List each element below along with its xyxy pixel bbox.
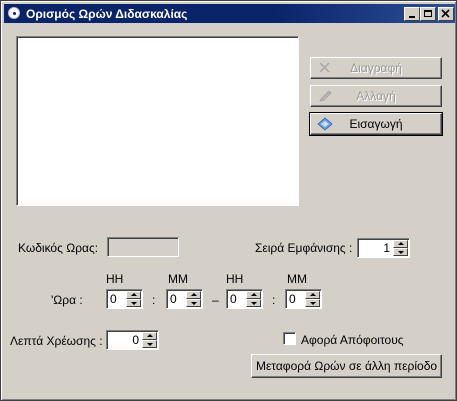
start-hour-value: 0 <box>110 292 117 306</box>
edit-button[interactable]: Αλλαγή <box>310 85 442 107</box>
charge-minutes-stepper[interactable]: 0 <box>106 330 159 350</box>
spin-down-icon[interactable] <box>126 299 141 307</box>
minimize-button[interactable] <box>404 7 420 21</box>
spin-up-icon[interactable] <box>126 291 141 299</box>
title-bar[interactable]: Ορισμός Ωρών Διδασκαλίας <box>4 4 455 23</box>
graduates-label[interactable]: Αφορά Απόφοιτους <box>301 333 404 347</box>
time-dash: – <box>212 293 219 307</box>
start-minute-stepper[interactable]: 0 <box>166 289 203 309</box>
window-title: Ορισμός Ωρών Διδασκαλίας <box>26 7 188 21</box>
hh1-header: HH <box>106 272 124 286</box>
start-minute-value: 0 <box>170 292 177 306</box>
insert-button[interactable]: Εισαγωγή <box>309 112 443 136</box>
delete-button[interactable]: Διαγραφή <box>310 57 442 79</box>
mm1-header: MM <box>168 272 188 286</box>
close-icon <box>441 9 450 18</box>
hh2-header: HH <box>226 272 244 286</box>
spin-down-icon[interactable] <box>305 299 320 307</box>
spin-up-icon[interactable] <box>142 332 157 340</box>
charge-minutes-value: 0 <box>132 333 139 347</box>
insert-button-label: Εισαγωγή <box>349 117 403 131</box>
charge-label: Λεπτά Χρέωσης : <box>10 334 103 348</box>
end-hour-stepper[interactable]: 0 <box>226 289 263 309</box>
code-field[interactable] <box>107 237 179 257</box>
time-colon: : <box>152 293 156 307</box>
hours-listbox[interactable] <box>16 36 299 206</box>
code-label: Κωδικός Ωρας: <box>18 241 99 255</box>
order-value: 1 <box>383 241 390 255</box>
mm2-header: MM <box>287 272 307 286</box>
spin-down-icon[interactable] <box>393 248 408 256</box>
start-hour-stepper[interactable]: 0 <box>106 289 143 309</box>
end-minute-stepper[interactable]: 0 <box>285 289 322 309</box>
time-colon: : <box>272 293 276 307</box>
minimize-icon <box>409 16 415 18</box>
time-label: 'Ωρα : <box>51 293 83 307</box>
maximize-button[interactable] <box>420 7 436 21</box>
insert-icon <box>317 117 333 131</box>
spin-up-icon[interactable] <box>246 291 261 299</box>
maximize-icon <box>424 10 432 17</box>
delete-button-label: Διαγραφή <box>350 61 402 75</box>
end-minute-value: 0 <box>289 292 296 306</box>
dialog-window: Ορισμός Ωρών Διδασκαλίας Διαγραφή Αλλαγή <box>0 0 457 401</box>
close-button[interactable] <box>438 7 454 21</box>
spin-up-icon[interactable] <box>305 291 320 299</box>
order-stepper[interactable]: 1 <box>357 238 410 258</box>
app-icon[interactable] <box>8 7 20 19</box>
delete-icon <box>319 62 330 73</box>
transfer-hours-button-label: Μεταφορά Ωρών σε άλλη περίοδο <box>255 359 438 373</box>
edit-button-label: Αλλαγή <box>356 89 396 103</box>
end-hour-value: 0 <box>230 292 237 306</box>
pencil-icon <box>319 90 332 102</box>
spin-down-icon[interactable] <box>142 340 157 348</box>
graduates-checkbox[interactable] <box>283 332 296 345</box>
transfer-hours-button[interactable]: Μεταφορά Ωρών σε άλλη περίοδο <box>251 354 442 378</box>
spin-down-icon[interactable] <box>186 299 201 307</box>
spin-down-icon[interactable] <box>246 299 261 307</box>
order-label: Σειρά Εμφάνισης : <box>255 241 353 255</box>
spin-up-icon[interactable] <box>186 291 201 299</box>
spin-up-icon[interactable] <box>393 240 408 248</box>
